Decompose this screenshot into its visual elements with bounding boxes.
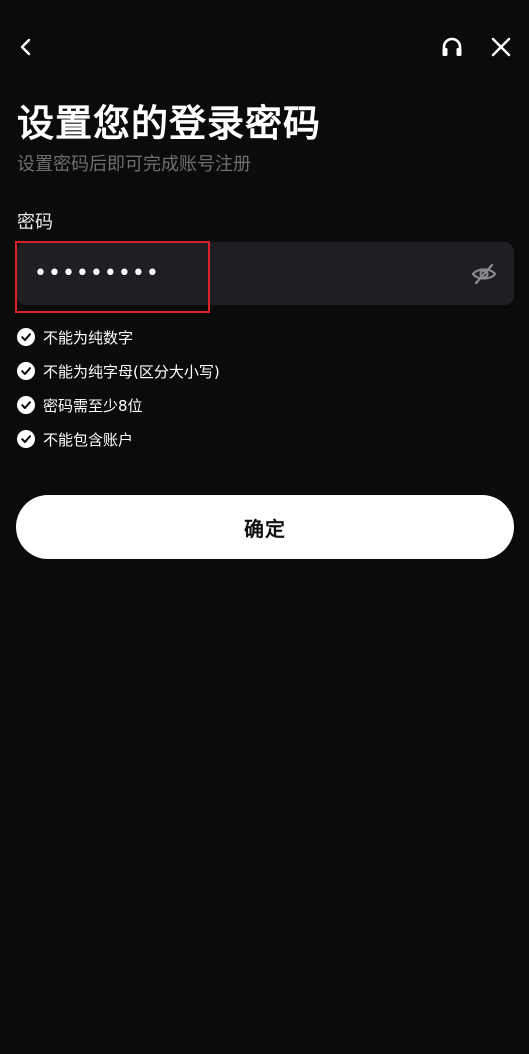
check-circle-icon [17, 328, 35, 346]
password-field[interactable]: ••••••••• [16, 242, 514, 305]
back-button[interactable] [8, 29, 44, 65]
password-input[interactable]: ••••••••• [34, 242, 414, 305]
rule-item: 不能为纯字母(区分大小写) [17, 354, 220, 388]
customer-support-button[interactable] [434, 29, 470, 65]
headset-icon [442, 37, 462, 56]
close-icon [491, 37, 511, 57]
rule-text: 不能为纯数字 [43, 328, 134, 347]
rule-text: 密码需至少8位 [43, 396, 143, 415]
rule-item: 不能包含账户 [17, 422, 220, 456]
top-bar [0, 0, 529, 94]
password-visibility-toggle[interactable] [468, 258, 500, 290]
eye-off-icon [471, 263, 497, 285]
password-label: 密码 [17, 212, 53, 233]
rule-text: 不能包含账户 [43, 430, 134, 449]
check-circle-icon [17, 362, 35, 380]
chevron-left-icon [20, 38, 31, 56]
page-title: 设置您的登录密码 [17, 102, 321, 145]
close-button[interactable] [483, 29, 519, 65]
rule-item: 密码需至少8位 [17, 388, 220, 422]
rule-text: 不能为纯字母(区分大小写) [43, 362, 220, 381]
confirm-button[interactable]: 确定 [16, 495, 514, 559]
check-circle-icon [17, 430, 35, 448]
rule-item: 不能为纯数字 [17, 320, 220, 354]
check-circle-icon [17, 396, 35, 414]
password-rules: 不能为纯数字 不能为纯字母(区分大小写) 密码需至少8位 不能包含账户 [17, 320, 220, 456]
page-subtitle: 设置密码后即可完成账号注册 [17, 154, 251, 175]
